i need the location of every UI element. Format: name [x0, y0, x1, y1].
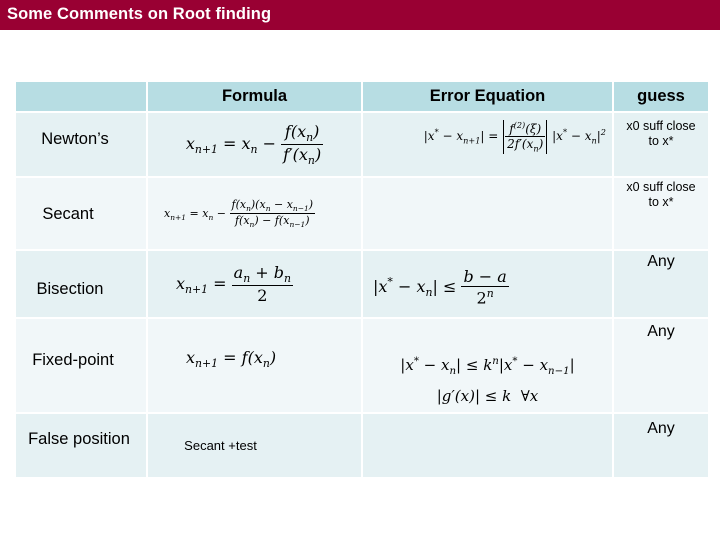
table-row: Fixed-point xn+1 = f(xn) |x* − xn| ≤ kn|… — [16, 319, 708, 412]
formula-cell: xn+1 = xn − f(xn) f′(xn) — [148, 113, 361, 176]
title-bar: Some Comments on Root finding — [0, 0, 720, 30]
guess-cell: Any — [614, 414, 708, 477]
table-row: Newton’s xn+1 = xn − f(xn) f′(xn) |x* − x… — [16, 113, 708, 176]
formula-cell: xn+1 = an + bn 2 — [148, 251, 361, 317]
guess-line: x0 suff close — [626, 119, 696, 133]
formula-cell: xn+1 = f(xn) — [148, 319, 361, 412]
guess-cell: x0 suff close to x* — [614, 113, 708, 176]
root-finding-table: Formula Error Equation guess Newton’s xn… — [14, 80, 710, 479]
table-row: Bisection xn+1 = an + bn 2 |x* − xn| ≤ b … — [16, 251, 708, 317]
formula-cell: Secant +test — [148, 414, 361, 477]
guess-cell: Any — [614, 251, 708, 317]
method-name: Newton’s — [16, 113, 146, 176]
table-row: False position Secant +test Any — [16, 414, 708, 477]
error-cell: |x* − xn| ≤ b − a 2n — [363, 251, 612, 317]
guess-text: x0 suff close to x* — [614, 180, 708, 210]
guess-line: to x* — [648, 134, 674, 148]
fixed-point-error-equation: |x* − xn| ≤ kn|x* − xn−1| |g′(x)| ≤ k ∀x — [400, 356, 575, 405]
header-guess: guess — [614, 82, 708, 111]
secant-formula: xn+1 = xn − f(xn)(xn − xn−1) f(xn) − f(xn… — [164, 197, 316, 230]
formula-cell: xn+1 = xn − f(xn)(xn − xn−1) f(xn) − f(xn… — [148, 178, 361, 249]
table-row: Secant xn+1 = xn − f(xn)(xn − xn−1) f(xn)… — [16, 178, 708, 249]
method-label: Secant — [42, 205, 94, 223]
method-name: Secant — [16, 178, 146, 249]
header-formula: Formula — [148, 82, 361, 111]
bisection-error-equation: |x* − xn| ≤ b − a 2n — [373, 266, 509, 308]
error-cell: |x* − xn+1| = f(2)(ξ) 2f′(xn) |x* − xn|2 — [363, 113, 612, 176]
guess-cell: x0 suff close to x* — [614, 178, 708, 249]
newton-formula: xn+1 = xn − f(xn) f′(xn) — [185, 121, 324, 168]
false-position-formula: Secant +test — [184, 437, 257, 453]
error-cell — [363, 414, 612, 477]
guess-text: Any — [647, 323, 675, 340]
guess-text: Any — [647, 420, 675, 437]
method-label: Fixed-point — [32, 351, 114, 369]
fixed-point-formula: xn+1 = f(xn) — [186, 348, 277, 371]
guess-line: x0 suff close — [626, 180, 696, 194]
guess-text: x0 suff close to x* — [614, 119, 708, 149]
method-label: False position — [28, 430, 130, 448]
header-error-equation: Error Equation — [363, 82, 612, 111]
method-name: Fixed-point — [16, 319, 146, 412]
method-name: False position — [16, 414, 146, 477]
table-header-row: Formula Error Equation guess — [16, 82, 708, 111]
method-label: Newton’s — [41, 130, 109, 148]
newton-error-equation: |x* − xn+1| = f(2)(ξ) 2f′(xn) |x* − xn|2 — [423, 119, 606, 154]
error-cell: |x* − xn| ≤ kn|x* − xn−1| |g′(x)| ≤ k ∀x — [363, 319, 612, 412]
method-name: Bisection — [16, 251, 146, 317]
bisection-formula: xn+1 = an + bn 2 — [176, 262, 294, 306]
error-cell — [363, 178, 612, 249]
guess-cell: Any — [614, 319, 708, 412]
method-label: Bisection — [36, 279, 104, 298]
guess-text: Any — [647, 253, 675, 270]
guess-line: to x* — [648, 195, 674, 209]
header-empty — [16, 82, 146, 111]
slide-title: Some Comments on Root finding — [7, 5, 272, 23]
